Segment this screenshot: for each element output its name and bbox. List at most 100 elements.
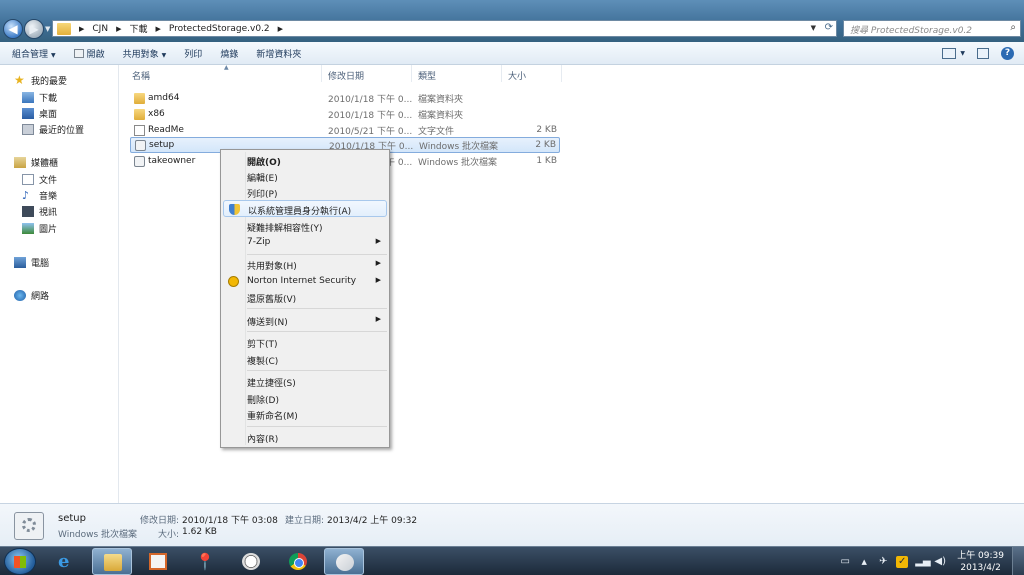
sidebar-item-pictures[interactable]: 圖片 [22, 222, 57, 235]
volume-icon[interactable]: ◀) [934, 556, 946, 568]
menu-separator [247, 426, 387, 427]
search-icon[interactable]: ⌕ [1010, 22, 1016, 33]
taskbar-pin-app[interactable]: 📍 [184, 548, 224, 575]
organize-button[interactable]: 組合管理 ▼ [0, 47, 65, 60]
details-file-type: Windows 批次檔案 [58, 530, 138, 540]
details-size-value: 1.62 KB [182, 527, 217, 537]
column-header-date[interactable]: 修改日期 [322, 65, 412, 82]
star-icon: ★ [14, 73, 25, 87]
system-clock[interactable]: 上午 09:39 2013/4/2 [957, 550, 1004, 574]
file-type: 文字文件 [418, 126, 455, 137]
pictures-icon [22, 223, 34, 234]
chrome-icon [289, 553, 307, 570]
column-header-size[interactable]: 大小 [502, 65, 562, 82]
menu-item-cut[interactable]: 剪下(T) [223, 334, 387, 351]
pushpin-icon: 📍 [195, 552, 215, 571]
menu-item-create-shortcut[interactable]: 建立捷徑(S) [223, 373, 387, 390]
menu-item-troubleshoot[interactable]: 疑難排解相容性(Y) [223, 218, 387, 235]
address-dropdown-icon[interactable]: ▼ [811, 24, 816, 32]
file-date: 2010/5/21 下午 0... [328, 126, 413, 137]
submenu-arrow-icon: ▶ [375, 276, 381, 284]
gear-icon [22, 518, 36, 532]
menu-item-edit[interactable]: 編輯(E) [223, 168, 387, 185]
menu-item-label: 傳送到(N) [247, 318, 288, 328]
media-player-icon [149, 553, 167, 570]
menu-item-label: Norton Internet Security [247, 276, 357, 286]
menu-item-print[interactable]: 列印(P) [223, 184, 387, 201]
submenu-arrow-icon: ▶ [375, 259, 381, 267]
file-row-readme[interactable]: ReadMe 2010/5/21 下午 0... 文字文件 2 KB [130, 122, 560, 138]
network-icon [14, 290, 26, 301]
sidebar-item-music[interactable]: ♪ 音樂 [22, 189, 57, 202]
taskbar-media-player[interactable] [138, 548, 178, 575]
back-button[interactable]: ◀ [3, 19, 23, 39]
show-desktop-button[interactable] [1012, 547, 1024, 575]
share-label: 共用對象 [122, 49, 159, 60]
sidebar-item-label: 文件 [39, 176, 58, 186]
preview-pane-icon[interactable] [977, 48, 989, 59]
taskbar-explorer[interactable] [92, 548, 132, 575]
sidebar-item-label: 最近的位置 [39, 126, 85, 136]
menu-item-send-to[interactable]: 傳送到(N) ▶ [223, 312, 387, 329]
share-button[interactable]: 共用對象 ▼ [114, 47, 176, 60]
menu-item-run-as-admin[interactable]: 以系統管理員身分執行(A) [223, 200, 387, 217]
pin-icon[interactable]: ✈ [877, 556, 889, 568]
batch-file-icon [14, 512, 44, 540]
address-bar[interactable]: ▶ CJN ▶ 下載 ▶ ProtectedStorage.v0.2 ▶ ▼ ⟳ [52, 20, 837, 37]
sidebar-item-desktop[interactable]: 桌面 [22, 107, 57, 120]
column-header-type[interactable]: 類型 [412, 65, 502, 82]
burn-button[interactable]: 燒錄 [211, 47, 247, 60]
organize-label: 組合管理 [12, 49, 49, 60]
menu-item-copy[interactable]: 複製(C) [223, 351, 387, 368]
menu-item-delete[interactable]: 刪除(D) [223, 390, 387, 407]
search-input[interactable]: 搜尋 ProtectedStorage.v0.2 ⌕ [843, 20, 1021, 37]
menu-item-properties[interactable]: 內容(R) [223, 429, 387, 446]
file-row-x86[interactable]: x86 2010/1/18 下午 0... 檔案資料夾 [130, 106, 560, 122]
taskbar-paint[interactable] [324, 548, 364, 575]
breadcrumb-separator-icon[interactable]: ▶ [278, 25, 283, 33]
open-button[interactable]: 開啟 [65, 47, 114, 60]
sidebar-item-computer[interactable]: 電腦 [14, 256, 49, 269]
sidebar-item-documents[interactable]: 文件 [22, 173, 57, 186]
keyboard-icon[interactable]: ▭ [839, 556, 851, 568]
details-created-label: 建立日期: [285, 516, 325, 526]
details-size-label: 大小: [158, 530, 180, 540]
taskbar-chrome[interactable] [278, 548, 318, 575]
chevron-down-icon[interactable]: ▼ [960, 50, 965, 57]
libraries-icon [14, 157, 26, 168]
refresh-icon[interactable]: ⟳ [825, 22, 833, 33]
help-icon[interactable]: ? [1001, 47, 1014, 60]
start-button[interactable] [4, 548, 36, 575]
menu-item-norton[interactable]: Norton Internet Security ▶ [223, 273, 387, 290]
menu-item-7zip[interactable]: 7-Zip ▶ [223, 234, 387, 251]
norton-icon[interactable]: ✓ [896, 555, 909, 568]
sidebar-item-favorites[interactable]: ★ 我的最愛 [14, 74, 67, 87]
file-row-amd64[interactable]: amd64 2010/1/18 下午 0... 檔案資料夾 [130, 90, 560, 106]
menu-separator [247, 331, 387, 332]
new-folder-button[interactable]: 新增資料夾 [247, 47, 310, 60]
breadcrumb-item[interactable]: ProtectedStorage.v0.2 [169, 24, 270, 34]
taskbar-clock-app[interactable] [231, 548, 271, 575]
sidebar-item-videos[interactable]: 視訊 [22, 205, 57, 218]
print-button[interactable]: 列印 [175, 47, 211, 60]
menu-item-open[interactable]: 開啟(O) [223, 152, 387, 169]
show-hidden-icons-icon[interactable]: ▲ [858, 556, 870, 568]
sidebar-item-recent[interactable]: 最近的位置 [22, 123, 84, 136]
sidebar-item-network[interactable]: 網路 [14, 289, 49, 302]
network-signal-icon[interactable]: ▂▄ [915, 556, 930, 568]
downloads-icon [22, 92, 34, 103]
breadcrumb-item[interactable]: CJN [92, 24, 108, 34]
folder-icon [134, 92, 145, 104]
forward-button[interactable]: ▶ [24, 19, 44, 39]
menu-item-restore[interactable]: 還原舊版(V) [223, 289, 387, 306]
view-options-icon[interactable] [942, 48, 957, 59]
menu-item-rename[interactable]: 重新命名(M) [223, 406, 387, 423]
chevron-down-icon: ▼ [51, 51, 56, 59]
sidebar-item-downloads[interactable]: 下載 [22, 91, 57, 104]
sidebar-item-label: 下載 [39, 94, 58, 104]
sidebar-item-libraries[interactable]: 媒體櫃 [14, 156, 58, 169]
sidebar-item-label: 圖片 [39, 225, 58, 235]
menu-item-share[interactable]: 共用對象(H) ▶ [223, 256, 387, 273]
taskbar-ie[interactable]: e [47, 548, 87, 575]
breadcrumb-item[interactable]: 下載 [129, 22, 147, 35]
